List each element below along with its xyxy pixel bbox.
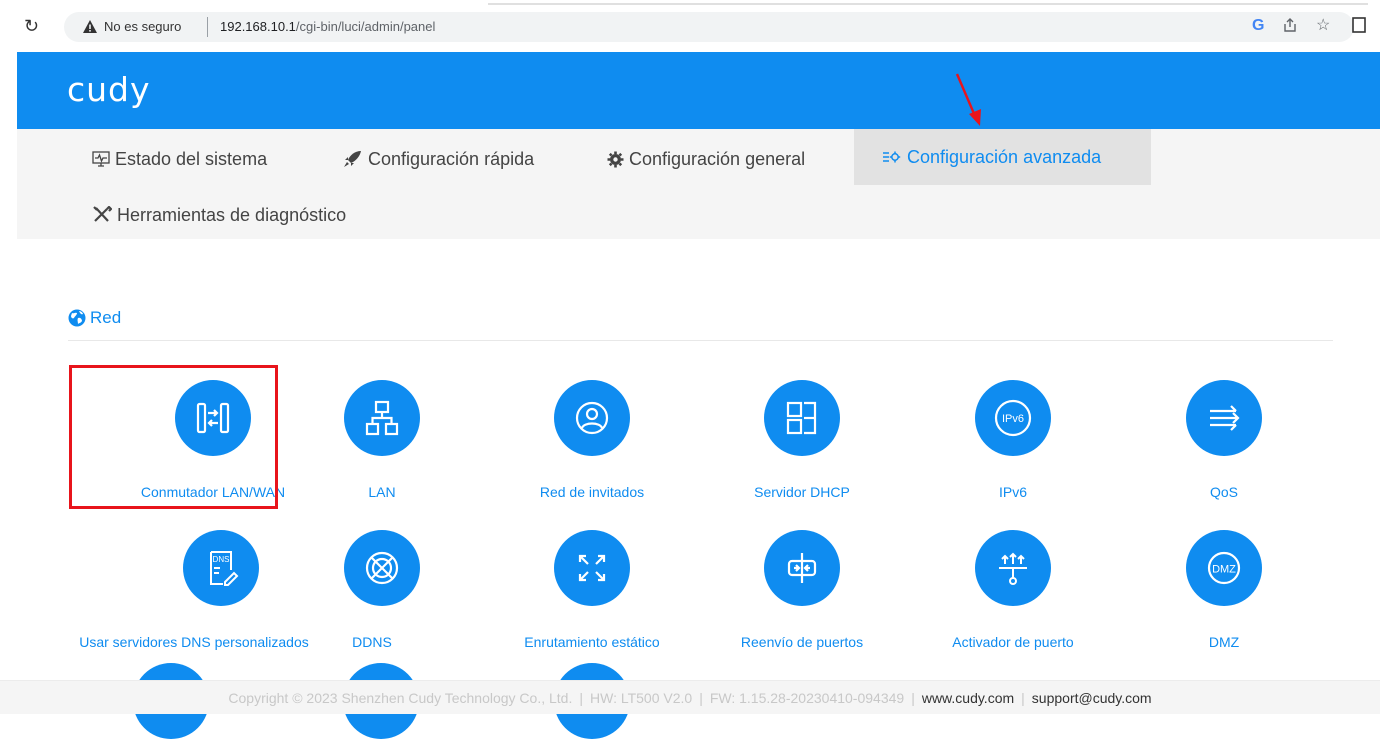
ipv6-badge-text: IPv6 xyxy=(1002,413,1024,425)
nav-quick-setup[interactable]: Configuración rápida xyxy=(343,131,534,187)
dmz-icon[interactable]: DMZ xyxy=(1186,530,1262,606)
toolbar-divider xyxy=(488,3,1368,5)
port-trigger-icon[interactable] xyxy=(975,530,1051,606)
static-routing-icon[interactable] xyxy=(554,530,630,606)
globe-icon xyxy=(68,309,86,327)
footer-separator: | xyxy=(1021,689,1025,706)
browser-toolbar: ↻ No es seguro 192.168.10.1/cgi-bin/luci… xyxy=(0,0,1380,52)
bookmark-star-icon[interactable]: ☆ xyxy=(1316,17,1330,35)
monitor-icon xyxy=(92,150,110,168)
footer-support-email[interactable]: support@cudy.com xyxy=(1032,690,1152,706)
ddns-globe-icon[interactable] xyxy=(344,530,420,606)
side-panel-icon[interactable] xyxy=(1352,17,1366,33)
google-icon[interactable]: G xyxy=(1252,17,1264,35)
url-text[interactable]: 192.168.10.1/cgi-bin/luci/admin/panel xyxy=(220,19,435,35)
nav-advanced-settings[interactable]: Configuración avanzada xyxy=(854,129,1151,185)
tile-label[interactable]: Enrutamiento estático xyxy=(472,634,712,650)
nav-quick-setup-label: Configuración rápida xyxy=(368,148,535,169)
address-separator xyxy=(207,17,208,37)
qos-arrows-icon[interactable] xyxy=(1186,380,1262,456)
nav-diagnostic-tools[interactable]: Herramientas de diagnóstico xyxy=(92,187,346,243)
tile-label[interactable]: Activador de puerto xyxy=(893,634,1133,650)
annotation-highlight-box xyxy=(69,365,278,509)
section-title-label: Red xyxy=(90,308,122,327)
warning-icon[interactable] xyxy=(82,19,98,34)
share-icon[interactable] xyxy=(1282,17,1298,33)
ipv6-icon[interactable]: IPv6 xyxy=(975,380,1051,456)
tile-label[interactable]: Red de invitados xyxy=(472,484,712,500)
footer-separator: | xyxy=(579,689,583,706)
advanced-settings-icon xyxy=(882,150,902,164)
nav-system-status[interactable]: Estado del sistema xyxy=(92,131,267,187)
footer-hw: HW: LT500 V2.0 xyxy=(590,689,693,706)
lan-topology-icon[interactable] xyxy=(344,380,420,456)
url-host: 192.168.10.1 xyxy=(220,19,296,34)
rocket-icon xyxy=(343,150,363,168)
tile-label[interactable]: Reenvío de puertos xyxy=(682,634,922,650)
header-banner: cudy xyxy=(17,52,1380,129)
insecure-label[interactable]: No es seguro xyxy=(104,19,181,35)
guest-user-icon[interactable] xyxy=(554,380,630,456)
footer-copyright: Copyright © 2023 Shenzhen Cudy Technolog… xyxy=(228,689,573,706)
footer-separator: | xyxy=(699,689,703,706)
dmz-badge-text: DMZ xyxy=(1212,564,1236,576)
footer-website-link[interactable]: www.cudy.com xyxy=(922,690,1014,706)
cudy-logo[interactable]: cudy xyxy=(67,72,151,108)
tile-label[interactable]: IPv6 xyxy=(893,484,1133,500)
port-forwarding-icon[interactable] xyxy=(764,530,840,606)
footer-fw: FW: 1.15.28-20230410-094349 xyxy=(709,689,905,706)
nav-system-status-label: Estado del sistema xyxy=(115,148,268,169)
dns-badge-text: DNS xyxy=(213,555,230,564)
tile-label[interactable]: DDNS xyxy=(252,634,492,650)
annotation-arrow-icon xyxy=(955,73,981,126)
main-nav: Estado del sistema Configuración rápida … xyxy=(17,129,1380,239)
nav-advanced-settings-label: Configuración avanzada xyxy=(907,146,1102,167)
dns-edit-icon[interactable]: DNS xyxy=(183,530,259,606)
tile-label[interactable]: LAN xyxy=(262,484,502,500)
tile-label[interactable]: DMZ xyxy=(1104,634,1344,650)
gear-icon xyxy=(607,151,624,168)
tile-label[interactable]: QoS xyxy=(1104,484,1344,500)
section-divider xyxy=(68,340,1333,341)
dhcp-server-icon[interactable] xyxy=(764,380,840,456)
reload-icon[interactable]: ↻ xyxy=(24,17,39,35)
url-path: /cgi-bin/luci/admin/panel xyxy=(295,19,436,34)
footer-separator: | xyxy=(911,689,915,706)
page-footer: Copyright © 2023 Shenzhen Cudy Technolog… xyxy=(0,680,1380,714)
tile-label[interactable]: Servidor DHCP xyxy=(682,484,922,500)
nav-diagnostic-tools-label: Herramientas de diagnóstico xyxy=(117,204,347,225)
tools-icon xyxy=(92,206,112,224)
nav-general-settings-label: Configuración general xyxy=(629,148,806,169)
nav-general-settings[interactable]: Configuración general xyxy=(607,131,805,187)
section-title-network: Red xyxy=(68,308,121,328)
